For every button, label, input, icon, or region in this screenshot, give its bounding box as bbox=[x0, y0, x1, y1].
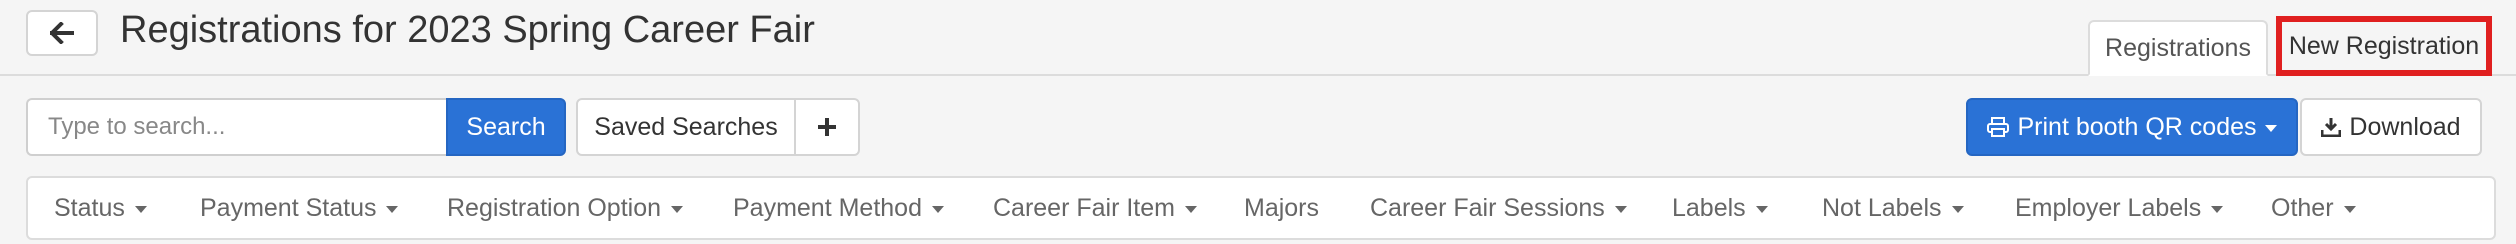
filter-career-fair-item[interactable]: Career Fair Item bbox=[993, 178, 1197, 238]
chevron-down-icon bbox=[1755, 205, 1768, 213]
chevron-down-icon bbox=[1951, 205, 1964, 213]
chevron-down-icon bbox=[1614, 205, 1627, 213]
chevron-down-icon bbox=[134, 205, 147, 213]
search-group: Search bbox=[26, 98, 566, 156]
print-booth-qr-codes-button[interactable]: Print booth QR codes bbox=[1966, 98, 2298, 156]
download-button-label: Download bbox=[2349, 112, 2461, 141]
chevron-down-icon bbox=[1184, 205, 1197, 213]
filter-label: Registration Option bbox=[447, 193, 662, 222]
saved-searches-button[interactable]: Saved Searches bbox=[578, 100, 796, 154]
filter-label: Employer Labels bbox=[2015, 193, 2202, 222]
filter-other[interactable]: Other bbox=[2271, 178, 2356, 238]
filter-label: Status bbox=[54, 193, 125, 222]
chevron-down-icon bbox=[932, 205, 944, 213]
filter-status[interactable]: Status bbox=[54, 178, 147, 238]
filter-employer-labels[interactable]: Employer Labels bbox=[2015, 178, 2224, 238]
arrow-left-icon bbox=[50, 22, 74, 44]
filter-bar: Status Payment Status Registration Optio… bbox=[26, 176, 2496, 240]
filter-payment-status[interactable]: Payment Status bbox=[200, 178, 399, 238]
chevron-down-icon bbox=[2264, 124, 2277, 132]
filter-not-labels[interactable]: Not Labels bbox=[1822, 178, 1964, 238]
page-header: Registrations for 2023 Spring Career Fai… bbox=[0, 0, 2516, 76]
printer-icon bbox=[1987, 117, 2010, 137]
plus-icon bbox=[818, 118, 836, 136]
filter-majors[interactable]: Majors bbox=[1244, 178, 1319, 238]
filter-payment-method[interactable]: Payment Method bbox=[733, 178, 944, 238]
download-button[interactable]: Download bbox=[2300, 98, 2482, 156]
filter-label: Career Fair Sessions bbox=[1370, 193, 1605, 222]
tab-registrations[interactable]: Registrations bbox=[2088, 20, 2268, 76]
download-icon bbox=[2321, 118, 2342, 137]
back-button[interactable] bbox=[26, 10, 98, 56]
filter-labels[interactable]: Labels bbox=[1672, 178, 1768, 238]
saved-searches-group: Saved Searches bbox=[576, 98, 860, 156]
filter-label: Other bbox=[2271, 193, 2334, 222]
filter-career-fair-sessions[interactable]: Career Fair Sessions bbox=[1370, 178, 1627, 238]
print-button-label: Print booth QR codes bbox=[2017, 112, 2257, 141]
search-button[interactable]: Search bbox=[446, 98, 566, 156]
filter-label: Payment Method bbox=[733, 193, 922, 222]
chevron-down-icon bbox=[2343, 205, 2356, 213]
chevron-down-icon bbox=[2211, 205, 2224, 213]
add-search-button[interactable] bbox=[796, 100, 858, 154]
filter-label: Career Fair Item bbox=[993, 193, 1175, 222]
filter-label: Not Labels bbox=[1822, 193, 1942, 222]
page-title: Registrations for 2023 Spring Career Fai… bbox=[120, 9, 815, 51]
filter-label: Labels bbox=[1672, 193, 1746, 222]
chevron-down-icon bbox=[386, 205, 399, 213]
chevron-down-icon bbox=[671, 205, 684, 213]
tab-new-registration[interactable]: New Registration bbox=[2276, 16, 2492, 76]
search-input[interactable] bbox=[26, 98, 446, 156]
filter-label: Majors bbox=[1244, 193, 1320, 222]
filter-label: Payment Status bbox=[200, 193, 377, 222]
filter-registration-option[interactable]: Registration Option bbox=[447, 178, 684, 238]
